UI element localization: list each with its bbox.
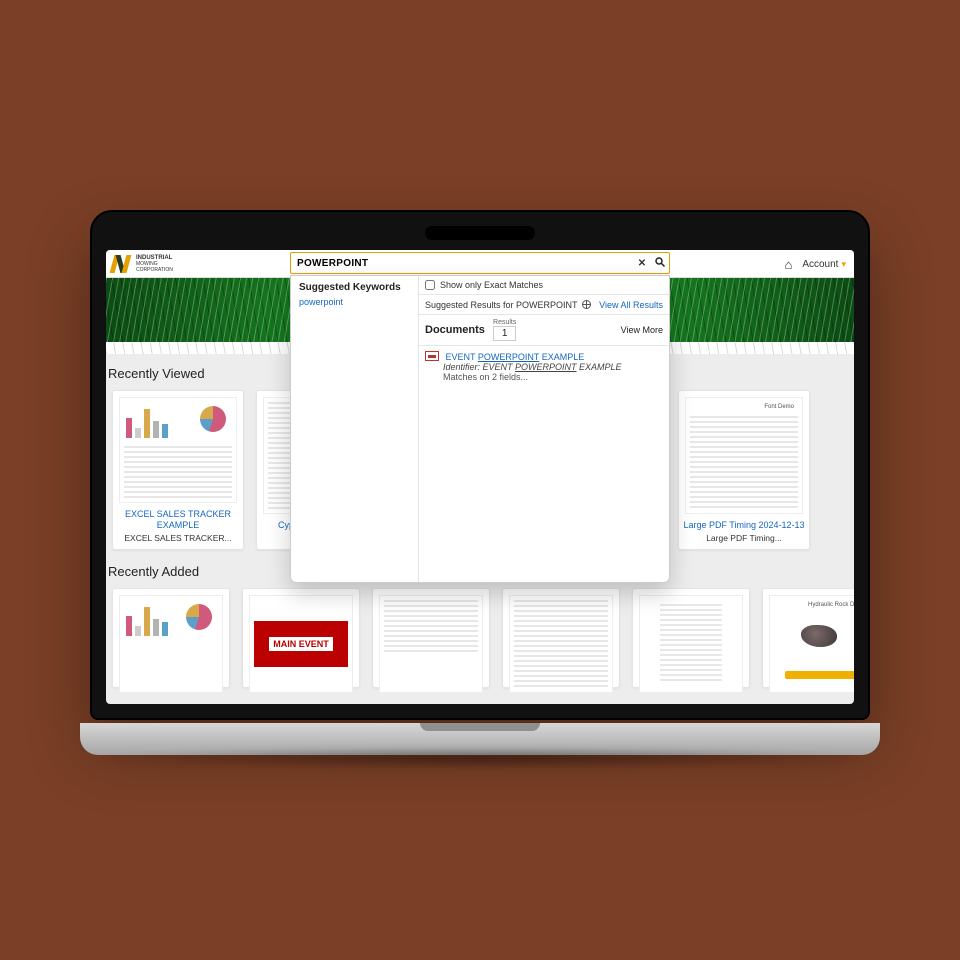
- document-card[interactable]: Hydraulic Rock Dril...: [762, 588, 854, 688]
- recently-added-row: MAIN EVENT Hydraulic Rock Dril...: [106, 588, 854, 688]
- documents-heading: Documents: [425, 324, 485, 336]
- clear-search-icon[interactable]: ✕: [633, 258, 651, 269]
- suggested-results-heading: Suggested Results for POWERPOINT: [425, 300, 577, 310]
- home-icon[interactable]: ⌂: [784, 257, 792, 272]
- recently-added-heading: Recently Added: [108, 564, 199, 579]
- document-thumbnail: Font Demo: [685, 397, 803, 514]
- account-menu[interactable]: Account ▾: [802, 259, 846, 270]
- results-count-label: Results: [493, 319, 517, 326]
- document-thumbnail: [119, 397, 237, 503]
- thumbnail-label: MAIN EVENT: [269, 637, 333, 651]
- result-match-info: Matches on 2 fields...: [425, 372, 663, 382]
- document-card[interactable]: Font Demo Large PDF Timing 2024-12-13 La…: [678, 390, 810, 550]
- file-icon: [425, 351, 439, 361]
- view-all-results-link[interactable]: View All Results: [599, 300, 663, 310]
- exact-matches-checkbox[interactable]: [425, 280, 435, 290]
- document-card[interactable]: [372, 588, 490, 688]
- recently-viewed-heading: Recently Viewed: [108, 366, 205, 381]
- topbar: INDUSTRIAL MOWING CORPORATION ✕: [106, 250, 854, 278]
- document-title: Large PDF Timing 2024-12-13: [679, 520, 809, 531]
- suggested-keyword[interactable]: powerpoint: [299, 297, 410, 307]
- search-bar: ✕: [290, 252, 670, 274]
- document-card[interactable]: [502, 588, 620, 688]
- document-subtitle: Large PDF Timing...: [679, 533, 809, 549]
- search-input[interactable]: [291, 258, 633, 269]
- results-count: 1: [493, 326, 517, 341]
- globe-icon: [582, 300, 591, 309]
- search-suggestions-panel: Suggested Keywords powerpoint Show only …: [290, 275, 670, 583]
- search-result[interactable]: EVENT POWERPOINT EXAMPLE Identifier: EVE…: [419, 346, 669, 384]
- brand-text: INDUSTRIAL MOWING CORPORATION: [136, 255, 173, 273]
- search-icon[interactable]: [651, 256, 669, 271]
- document-card[interactable]: [632, 588, 750, 688]
- brand-logo[interactable]: INDUSTRIAL MOWING CORPORATION: [112, 255, 173, 273]
- view-more-link[interactable]: View More: [621, 325, 663, 335]
- document-card[interactable]: MAIN EVENT: [242, 588, 360, 688]
- exact-matches-label: Show only Exact Matches: [440, 280, 543, 290]
- document-card[interactable]: [112, 588, 230, 688]
- document-subtitle: EXCEL SALES TRACKER...: [113, 533, 243, 549]
- account-label: Account: [802, 259, 838, 270]
- chevron-down-icon: ▾: [841, 259, 846, 270]
- brand-mark-icon: [112, 255, 132, 273]
- suggested-keywords-heading: Suggested Keywords: [299, 282, 410, 293]
- document-title: EXCEL SALES TRACKER EXAMPLE: [113, 509, 243, 531]
- document-card[interactable]: EXCEL SALES TRACKER EXAMPLE EXCEL SALES …: [112, 390, 244, 550]
